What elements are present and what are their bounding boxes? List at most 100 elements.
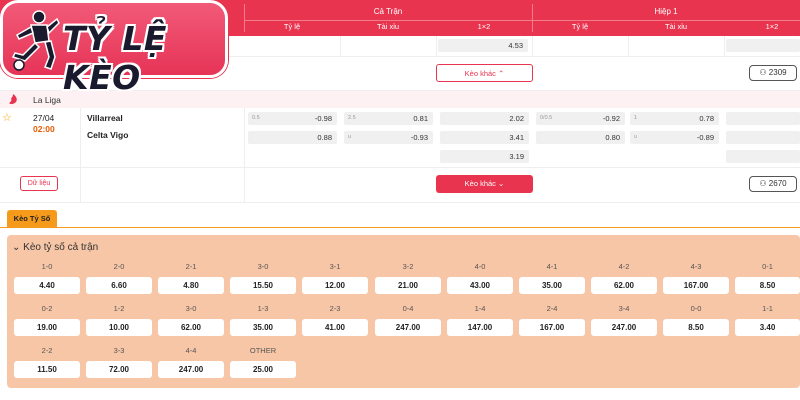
user-icon: ⚇	[759, 179, 767, 188]
row-divider	[228, 56, 800, 57]
header-full-match: Cả Trận	[373, 7, 403, 16]
tab-correct-score[interactable]: Kèo Tỷ Số	[7, 210, 57, 228]
score-label: 4-4	[185, 346, 197, 355]
score-label: 3-2	[402, 262, 414, 271]
odds-cell-draw-half[interactable]	[726, 150, 800, 163]
row-divider	[0, 202, 800, 203]
odds-cell-under-half[interactable]: u -0.89	[630, 131, 719, 144]
odds-cell-handicap-away[interactable]: 0.88	[248, 131, 337, 144]
correct-score-panel-title[interactable]: ⌄ Kèo tỷ số cả trận	[12, 242, 98, 253]
home-team: Villarreal	[87, 113, 123, 123]
chevron-up-icon: ⌃	[498, 69, 505, 78]
odds-cell-draw[interactable]: 3.19	[440, 150, 529, 163]
league-name: La Liga	[33, 95, 61, 105]
score-odds-button[interactable]: 8.50	[735, 277, 800, 294]
bettors-count-button[interactable]: ⚇ 2309	[749, 65, 797, 81]
score-label: OTHER	[249, 346, 277, 355]
score-label: 2-2	[41, 346, 53, 355]
score-odds-button[interactable]: 10.00	[86, 319, 152, 336]
header-col-handicap-half: Tỷ lệ	[571, 22, 589, 31]
score-label: 0-4	[402, 304, 414, 313]
favorite-star-icon[interactable]: ☆	[2, 111, 12, 124]
odds-cell-1x2-half[interactable]	[726, 39, 800, 52]
match-data-button[interactable]: Dữ liệu	[20, 176, 58, 191]
odds-cell-1x2[interactable]: 4.53	[438, 39, 528, 52]
footballer-icon	[11, 10, 60, 71]
odds-cell-handicap-home[interactable]: 0.5 -0.98	[248, 112, 337, 125]
score-odds-button[interactable]: 41.00	[302, 319, 368, 336]
score-label: 3-0	[185, 304, 197, 313]
more-odds-button[interactable]: Kèo khác ⌃	[436, 64, 533, 82]
score-odds-button[interactable]: 247.00	[591, 319, 657, 336]
score-odds-button[interactable]: 62.00	[158, 319, 224, 336]
score-odds-button[interactable]: 167.00	[663, 277, 729, 294]
score-odds-button[interactable]: 15.50	[230, 277, 296, 294]
score-label: 3-4	[618, 304, 630, 313]
score-label: 2-0	[113, 262, 125, 271]
score-label: 1-0	[41, 262, 53, 271]
score-label: 0-2	[41, 304, 53, 313]
header-col-1x2: 1×2	[477, 22, 491, 31]
score-odds-button[interactable]: 62.00	[591, 277, 657, 294]
score-odds-button[interactable]: 12.00	[302, 277, 368, 294]
score-odds-button[interactable]: 147.00	[447, 319, 513, 336]
score-label: 2-1	[185, 262, 197, 271]
header-first-half: Hiệp 1	[654, 7, 678, 16]
score-odds-button[interactable]: 43.00	[447, 277, 513, 294]
col-divider	[340, 36, 341, 56]
score-odds-button[interactable]: 8.50	[663, 319, 729, 336]
odds-cell-home-win-half[interactable]	[726, 112, 800, 125]
score-odds-button[interactable]: 3.40	[735, 319, 800, 336]
header-col-handicap: Tỷ lệ	[283, 22, 301, 31]
score-odds-button[interactable]: 25.00	[230, 361, 296, 378]
score-label: 0-0	[690, 304, 702, 313]
away-team: Celta Vigo	[87, 130, 129, 140]
score-odds-button[interactable]: 4.80	[158, 277, 224, 294]
score-label: 2-3	[329, 304, 341, 313]
header-divider	[244, 20, 800, 21]
score-odds-button[interactable]: 21.00	[375, 277, 441, 294]
col-divider	[80, 108, 81, 202]
odds-cell-home-win[interactable]: 2.02	[440, 112, 529, 125]
score-label: 4-0	[474, 262, 486, 271]
score-odds-button[interactable]: 35.00	[519, 277, 585, 294]
score-label: 1-2	[113, 304, 125, 313]
score-odds-button[interactable]: 72.00	[86, 361, 152, 378]
match-date: 27/04	[33, 113, 55, 123]
score-label: 3-3	[113, 346, 125, 355]
col-divider	[436, 36, 437, 56]
more-odds-button[interactable]: Kèo khác ⌄	[436, 175, 533, 193]
score-label: 3-1	[329, 262, 341, 271]
header-col-overunder-half: Tài xỉu	[664, 22, 688, 31]
score-label: 3-0	[257, 262, 269, 271]
odds-cell-handicap-home-half[interactable]: 0/0.5 -0.92	[536, 112, 625, 125]
score-label: 4-2	[618, 262, 630, 271]
score-label: 1-4	[474, 304, 486, 313]
odds-cell-away-win-half[interactable]	[726, 131, 800, 144]
site-logo[interactable]: TỶ LỆ KÈO	[0, 0, 228, 97]
odds-tab-bar: Kèo Tỷ Số	[0, 210, 800, 228]
score-odds-button[interactable]: 11.50	[14, 361, 80, 378]
header-col-overunder: Tài xỉu	[376, 22, 400, 31]
chevron-down-icon: ⌄	[12, 242, 21, 253]
odds-cell-over-half[interactable]: 1 0.78	[630, 112, 719, 125]
bettors-count-button[interactable]: ⚇ 2670	[749, 176, 797, 192]
laliga-icon	[9, 94, 17, 105]
odds-cell-handicap-away-half[interactable]: 0.80	[536, 131, 625, 144]
odds-cell-over[interactable]: 2.5 0.81	[344, 112, 433, 125]
score-odds-button[interactable]: 4.40	[14, 277, 80, 294]
odds-cell-under[interactable]: u -0.93	[344, 131, 433, 144]
row-divider	[0, 167, 800, 168]
score-odds-button[interactable]: 247.00	[158, 361, 224, 378]
match-time: 02:00	[33, 124, 55, 134]
score-label: 0-1	[762, 262, 773, 271]
score-odds-button[interactable]: 167.00	[519, 319, 585, 336]
league-header[interactable]: La Liga	[0, 91, 800, 108]
col-divider	[244, 108, 245, 202]
score-odds-button[interactable]: 247.00	[375, 319, 441, 336]
score-odds-button[interactable]: 35.00	[230, 319, 296, 336]
odds-cell-away-win[interactable]: 3.41	[440, 131, 529, 144]
score-odds-button[interactable]: 19.00	[14, 319, 80, 336]
col-divider	[628, 36, 629, 56]
score-odds-button[interactable]: 6.60	[86, 277, 152, 294]
